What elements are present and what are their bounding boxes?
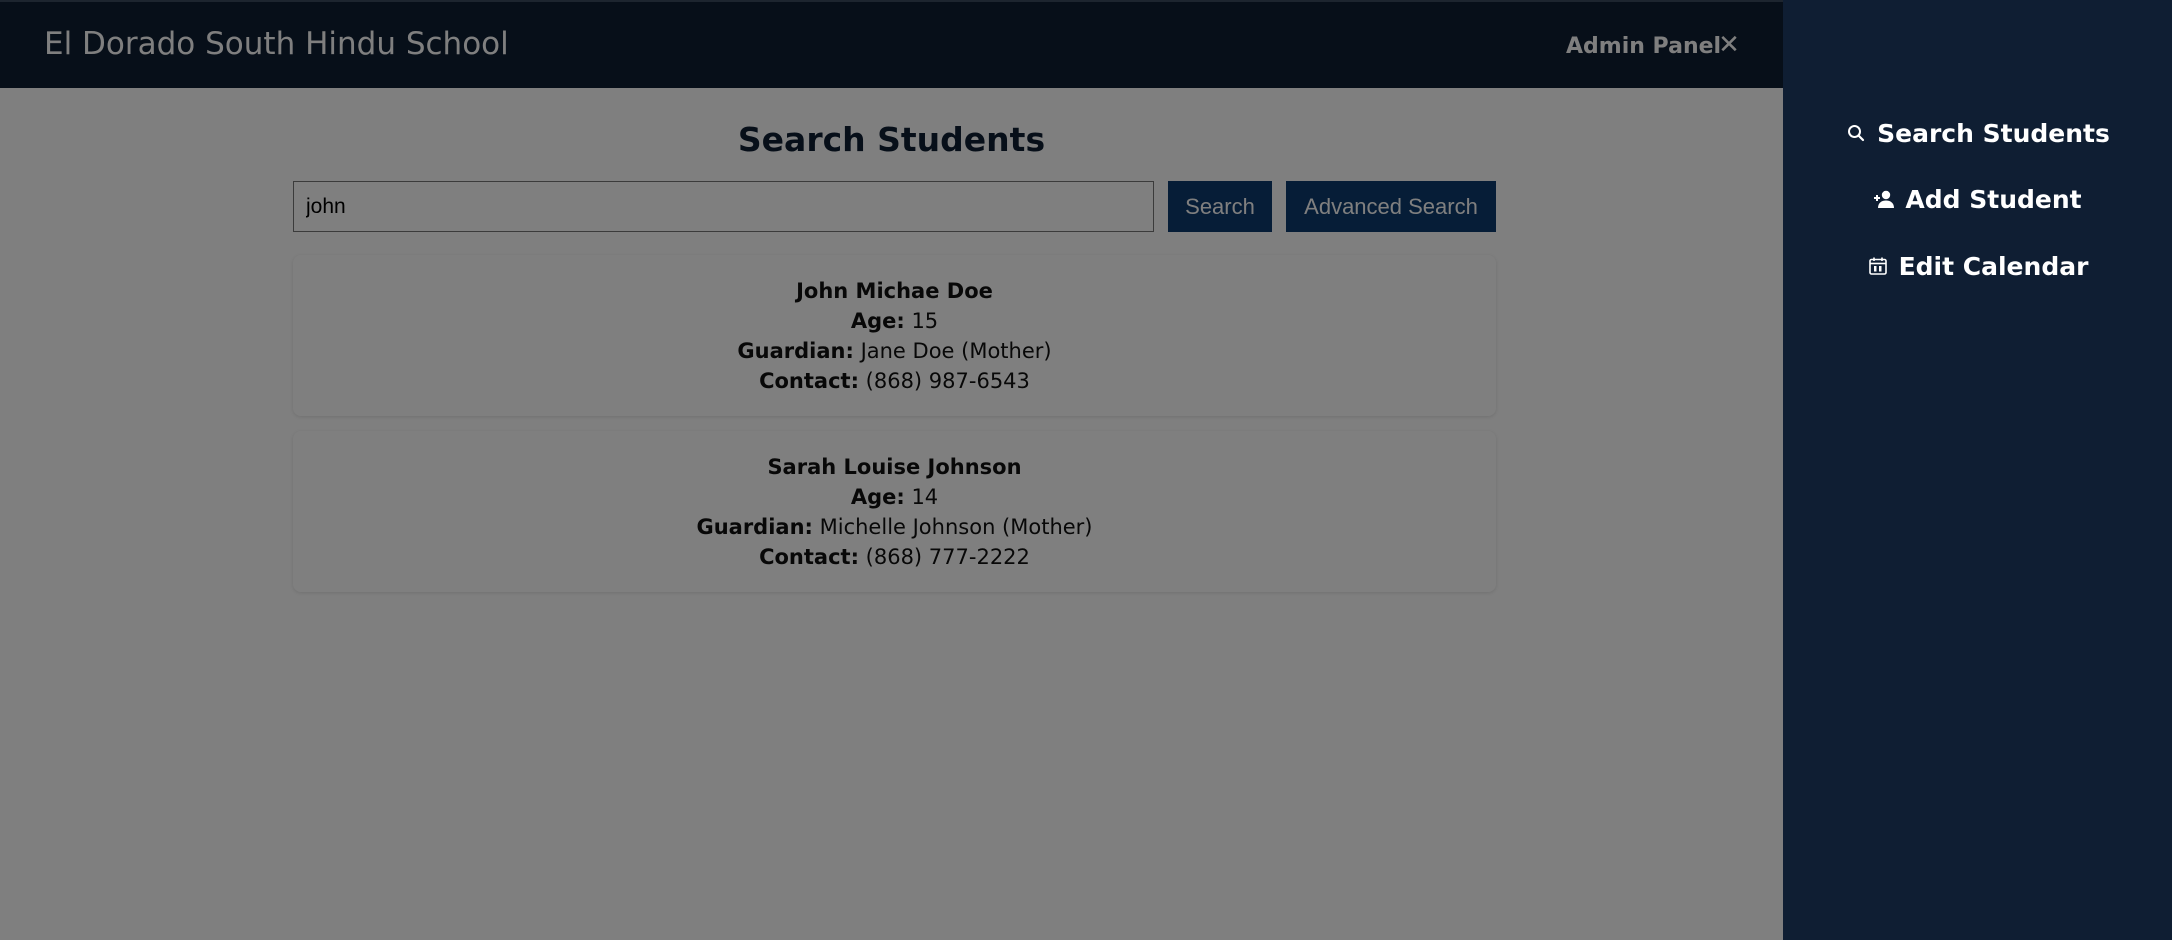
- sidebar-menu: Search Students Add Student Edit Calenda: [1783, 0, 2172, 940]
- dim-overlay[interactable]: [0, 0, 1783, 940]
- add-user-icon: [1873, 188, 1895, 210]
- calendar-icon: [1867, 255, 1889, 277]
- sidebar-item-search-students[interactable]: Search Students: [1783, 113, 2172, 153]
- sidebar-item-add-student[interactable]: Add Student: [1783, 179, 2172, 219]
- search-icon: [1845, 122, 1867, 144]
- sidebar-item-edit-calendar[interactable]: Edit Calendar: [1783, 246, 2172, 286]
- sidebar-item-label: Edit Calendar: [1898, 251, 2089, 281]
- sidebar-item-label: Add Student: [1905, 184, 2082, 214]
- sidebar-item-label: Search Students: [1877, 118, 2110, 148]
